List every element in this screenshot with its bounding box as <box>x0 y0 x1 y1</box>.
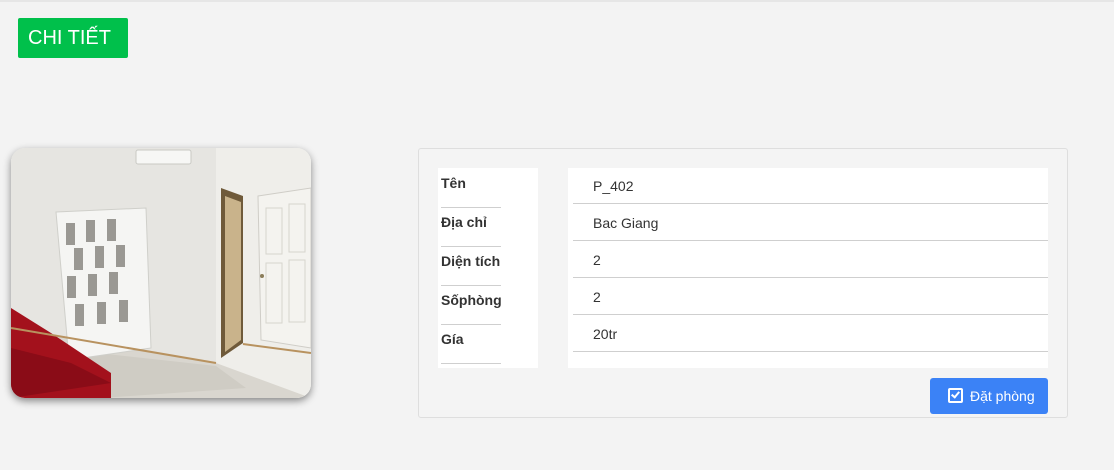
value-area-row: 2 <box>573 242 1048 278</box>
value-price: 20tr <box>593 326 618 342</box>
label-rooms: Sốphòng <box>441 285 502 325</box>
room-photo <box>11 148 311 398</box>
room-detail-card: Tên Địa chỉ Diện tích Sốphòng Gía P_402 … <box>418 148 1068 418</box>
label-column: Tên Địa chỉ Diện tích Sốphòng Gía <box>438 168 538 368</box>
value-name-row: P_402 <box>573 168 1048 204</box>
value-rooms: 2 <box>593 289 601 305</box>
page-title: CHI TIẾT <box>18 18 128 58</box>
check-square-icon <box>948 388 963 403</box>
value-column: P_402 Bac Giang 2 2 20tr <box>568 168 1048 368</box>
value-address: Bac Giang <box>593 215 659 231</box>
label-price: Gía <box>441 324 501 364</box>
value-rooms-row: 2 <box>573 279 1048 315</box>
label-address: Địa chỉ <box>441 207 501 247</box>
value-address-row: Bac Giang <box>573 205 1048 241</box>
label-area: Diện tích <box>441 246 501 286</box>
top-divider <box>0 0 1114 2</box>
book-room-button[interactable]: Đặt phòng <box>930 378 1048 414</box>
value-area: 2 <box>593 252 601 268</box>
value-name: P_402 <box>593 178 634 194</box>
value-price-row: 20tr <box>573 316 1048 352</box>
book-room-label: Đặt phòng <box>970 388 1035 404</box>
label-name: Tên <box>441 168 501 208</box>
